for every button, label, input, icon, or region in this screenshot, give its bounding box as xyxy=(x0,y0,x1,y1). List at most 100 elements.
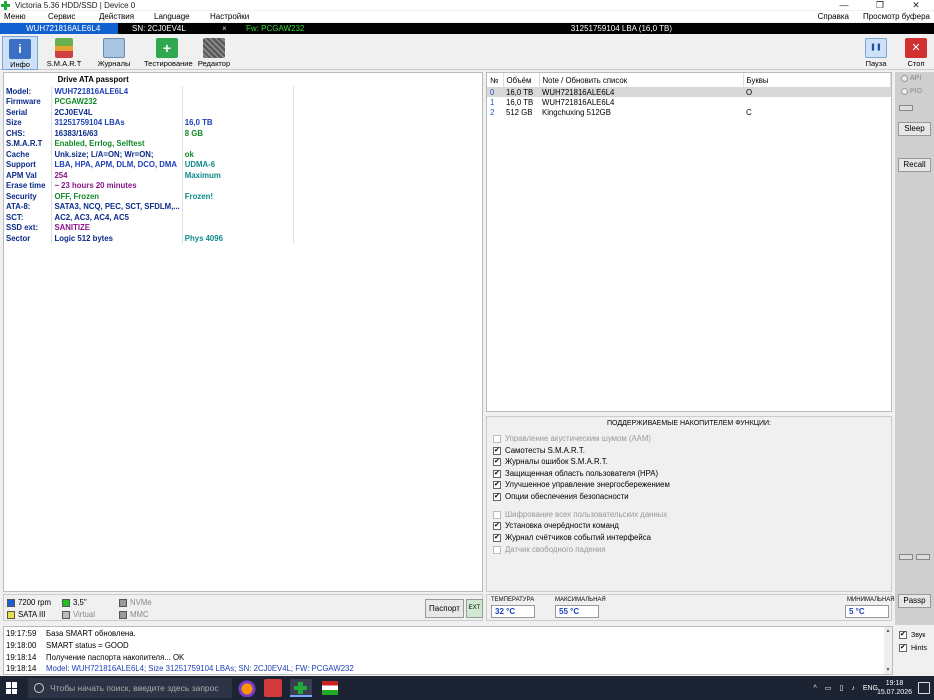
checkbox-icon xyxy=(493,434,501,443)
min-temp-label: МИНИМАЛЬНАЯ xyxy=(847,597,895,603)
log-scrollbar[interactable]: ▲ ▼ xyxy=(884,627,892,674)
smart-icon xyxy=(55,38,73,58)
drive-row[interactable]: 1 16,0 TB WUH721816ALE6L4 xyxy=(487,97,891,107)
feature-label: Журнал счётчиков событий интерфейса xyxy=(505,533,651,542)
device-bar: WUH721816ALE6L4 SN: 2CJ0EV4L × Fw: PCGAW… xyxy=(0,23,934,34)
feature-label: Улучшенное управление энергосбережением xyxy=(505,480,670,489)
buffer-view-button[interactable]: Просмотр буфера xyxy=(863,12,930,21)
col-letters[interactable]: Буквы xyxy=(743,73,891,87)
ext-button[interactable]: EXT xyxy=(466,599,483,618)
scroll-up-icon[interactable]: ▲ xyxy=(884,628,892,634)
sleep-button[interactable]: Sleep xyxy=(898,122,931,136)
info-button[interactable]: Инфо xyxy=(2,36,38,70)
feature-apm: Улучшенное управление энергосбережением xyxy=(493,479,670,490)
log-message: База SMART обновлена. xyxy=(46,629,136,638)
col-size[interactable]: Объём xyxy=(503,73,540,87)
drive-size: 16,0 TB xyxy=(506,97,534,107)
passport-row: Size 31251759104 LBAs 16,0 TB xyxy=(4,117,482,128)
language-indicator[interactable]: ENG xyxy=(863,685,878,692)
close-device-icon[interactable]: × xyxy=(222,23,227,34)
logs-button[interactable]: Журналы xyxy=(96,36,132,70)
taskbar-clock[interactable]: 19:18 15.07.2026 xyxy=(877,679,912,697)
drive-letters: C xyxy=(746,107,752,117)
hints-checkbox[interactable]: Hints xyxy=(899,643,927,652)
legend-swatch xyxy=(119,598,127,607)
passport-header: Drive ATA passport xyxy=(57,75,129,84)
passport-value2: Maximum xyxy=(181,170,294,181)
editor-icon xyxy=(203,38,225,58)
menu-actions[interactable]: Действия xyxy=(95,12,150,21)
toolbar: Инфо S.M.A.R.T Журналы Тестирование Реда… xyxy=(0,34,934,70)
legend-swatch xyxy=(62,610,70,619)
battery-icon[interactable]: ▯ xyxy=(839,684,843,692)
victoria-taskbar-icon[interactable] xyxy=(290,679,312,697)
passport-value: AC2, AC3, AC4, AC5 xyxy=(51,212,183,223)
menu-help[interactable]: Справка xyxy=(818,12,849,21)
drive-row[interactable]: 0 16,0 TB WUH721816ALE6L4 O xyxy=(487,87,891,97)
test-button[interactable]: Тестирование xyxy=(144,36,193,70)
recall-button[interactable]: Recall xyxy=(898,158,931,172)
max-temp-value: 55 °C xyxy=(555,605,599,618)
feature-label: Самотесты S.M.A.R.T. xyxy=(505,446,585,455)
drive-type-legend: 7200 rpm 3,5" NVMe SATA III Virtual MMC … xyxy=(3,594,483,621)
indicator-led xyxy=(899,554,913,560)
menu-settings[interactable]: Настройки xyxy=(206,12,249,21)
feature-label: Защищенная область пользователя (HPA) xyxy=(505,469,659,478)
log-panel[interactable]: 19:17:59 База SMART обновлена. 19:18:00 SM… xyxy=(3,626,893,675)
menu-service[interactable]: Сервис xyxy=(44,12,95,21)
col-note-refresh[interactable]: Note / Обновить список xyxy=(539,73,744,87)
clock-time: 19:18 xyxy=(885,680,904,687)
stop-icon xyxy=(905,38,927,58)
side-panel: API PIO Sleep Recall Passp xyxy=(895,72,934,625)
col-number[interactable]: № xyxy=(487,73,504,87)
temp-value: 32 °C xyxy=(491,605,535,618)
hints-label: Hints xyxy=(911,644,927,652)
passport-value: PCGAW232 xyxy=(51,96,183,107)
notification-icon[interactable] xyxy=(918,682,930,694)
search-icon xyxy=(34,683,44,693)
passport-row: Erase time ~ 23 hours 20 minutes xyxy=(4,180,482,191)
legend-virtual: Virtual xyxy=(62,610,95,619)
menu-main[interactable]: Меню xyxy=(0,12,44,21)
drive-row[interactable]: 2 512 GB Kingchuxing 512GB C xyxy=(487,107,891,117)
temp-label: ТЕМПЕРАТУРА xyxy=(491,597,535,603)
temperature-panel: ТЕМПЕРАТУРА 32 °C МАКСИМАЛЬНАЯ 55 °C МИН… xyxy=(486,594,895,621)
victoria-logo-icon xyxy=(1,0,10,10)
menu-language[interactable]: Language xyxy=(150,12,206,21)
pause-button[interactable]: Пауза xyxy=(858,36,894,70)
passport-key: ATA-8: xyxy=(6,202,31,212)
smart-button[interactable]: S.M.A.R.T xyxy=(46,36,82,70)
legend-label: Virtual xyxy=(73,610,95,619)
sound-checkbox[interactable]: Звук xyxy=(899,630,925,639)
editor-button[interactable]: Редактор xyxy=(196,36,232,70)
passp-button[interactable]: Passp xyxy=(898,594,931,608)
app-red-icon[interactable] xyxy=(264,679,282,697)
feature-label: Опции обеспечения безопасности xyxy=(505,492,629,501)
close-button[interactable]: ✕ xyxy=(898,0,934,10)
restore-button[interactable]: ❐ xyxy=(862,0,898,10)
app-flag-icon[interactable] xyxy=(322,681,338,695)
tray-chevron-icon[interactable]: ^ xyxy=(814,685,817,692)
checkbox-icon xyxy=(493,469,501,478)
pio-radio[interactable]: PIO xyxy=(901,88,922,95)
passport-button[interactable]: Паспорт xyxy=(425,599,464,618)
passport-value2: UDMA-6 xyxy=(181,159,294,170)
passport-row: CHS: 16383/16/63 8 GB xyxy=(4,128,482,139)
network-icon[interactable]: ▭ xyxy=(825,684,832,692)
passport-value2: 16,0 TB xyxy=(181,117,294,128)
scroll-down-icon[interactable]: ▼ xyxy=(884,667,892,673)
feature-label: Журналы ошибок S.M.A.R.T. xyxy=(505,457,608,466)
passport-value: Enabled, Errlog, Selftest xyxy=(51,138,183,149)
windows-start-icon[interactable] xyxy=(6,682,18,694)
taskbar-search[interactable]: Чтобы начать поиск, введите здесь запрос xyxy=(28,678,232,698)
device-model-tab[interactable]: WUH721816ALE6L4 xyxy=(0,23,118,34)
legend-form: 3,5" xyxy=(62,598,87,607)
passport-value: 254 xyxy=(51,170,183,181)
stop-button[interactable]: Стоп xyxy=(898,36,934,70)
legend-nvme: NVMe xyxy=(119,598,152,607)
firefox-icon[interactable] xyxy=(236,679,258,697)
volume-icon[interactable]: ♪ xyxy=(851,685,855,692)
passport-row: Firmware PCGAW232 xyxy=(4,96,482,107)
minimize-button[interactable]: — xyxy=(826,0,862,10)
api-radio[interactable]: API xyxy=(901,75,921,82)
